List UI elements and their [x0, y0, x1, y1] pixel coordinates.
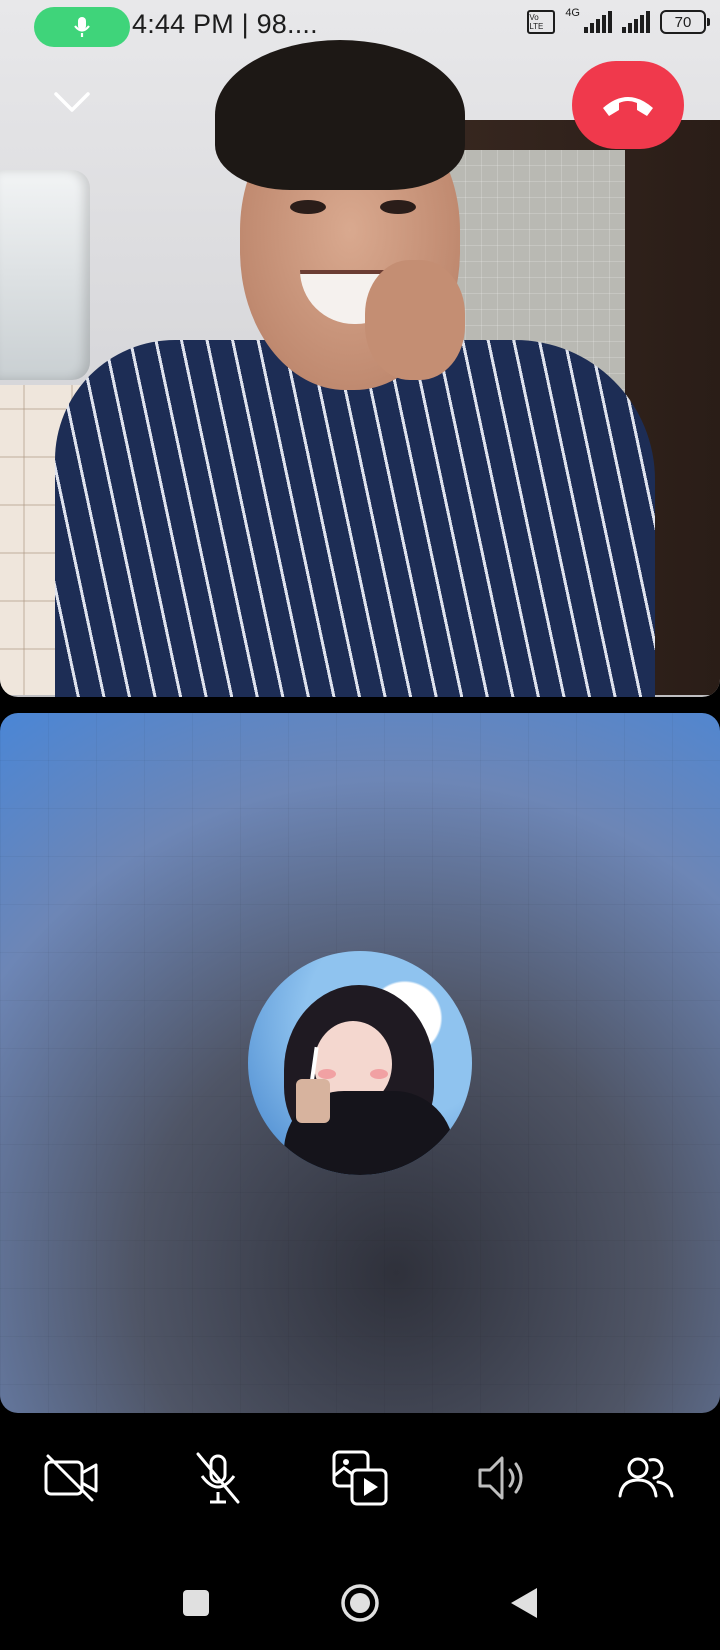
participants-icon: [618, 1457, 674, 1498]
minimize-button[interactable]: [50, 86, 94, 116]
nav-home-icon: [341, 1584, 379, 1622]
speaker-button[interactable]: [470, 1448, 534, 1508]
toggle-mic-button[interactable]: [186, 1448, 250, 1508]
share-media-button[interactable]: [328, 1448, 392, 1508]
signal-icon-2: [622, 11, 650, 33]
nav-back-button[interactable]: [504, 1578, 544, 1628]
end-call-button[interactable]: [572, 61, 684, 149]
chevron-down-icon: [54, 92, 90, 112]
battery-level: 70: [674, 13, 692, 31]
mic-off-icon: [196, 1452, 240, 1504]
speaker-icon: [478, 1456, 523, 1500]
signal-icon: [584, 11, 612, 33]
avatar: [248, 951, 472, 1175]
volte-badge: Vo LTE: [527, 10, 556, 34]
video-off-icon: [44, 1454, 98, 1502]
nav-square-icon: [183, 1590, 209, 1616]
participants-button[interactable]: [614, 1448, 678, 1508]
nav-back-icon: [511, 1588, 537, 1618]
battery-icon: 70: [660, 10, 710, 34]
network-type: 4G: [565, 7, 580, 19]
nav-home-button[interactable]: [340, 1578, 380, 1628]
remote-participant: [55, 40, 655, 697]
status-indicators: Vo LTE 4G 70: [527, 7, 710, 34]
mic-icon: [74, 17, 90, 37]
phone-hangup-icon: [603, 97, 653, 116]
nav-recents-button[interactable]: [176, 1578, 216, 1628]
status-time: 4:44 PM | 98....: [132, 9, 318, 39]
mic-active-indicator: [34, 7, 130, 47]
media-share-icon: [332, 1450, 388, 1506]
toggle-video-button[interactable]: [40, 1448, 104, 1508]
